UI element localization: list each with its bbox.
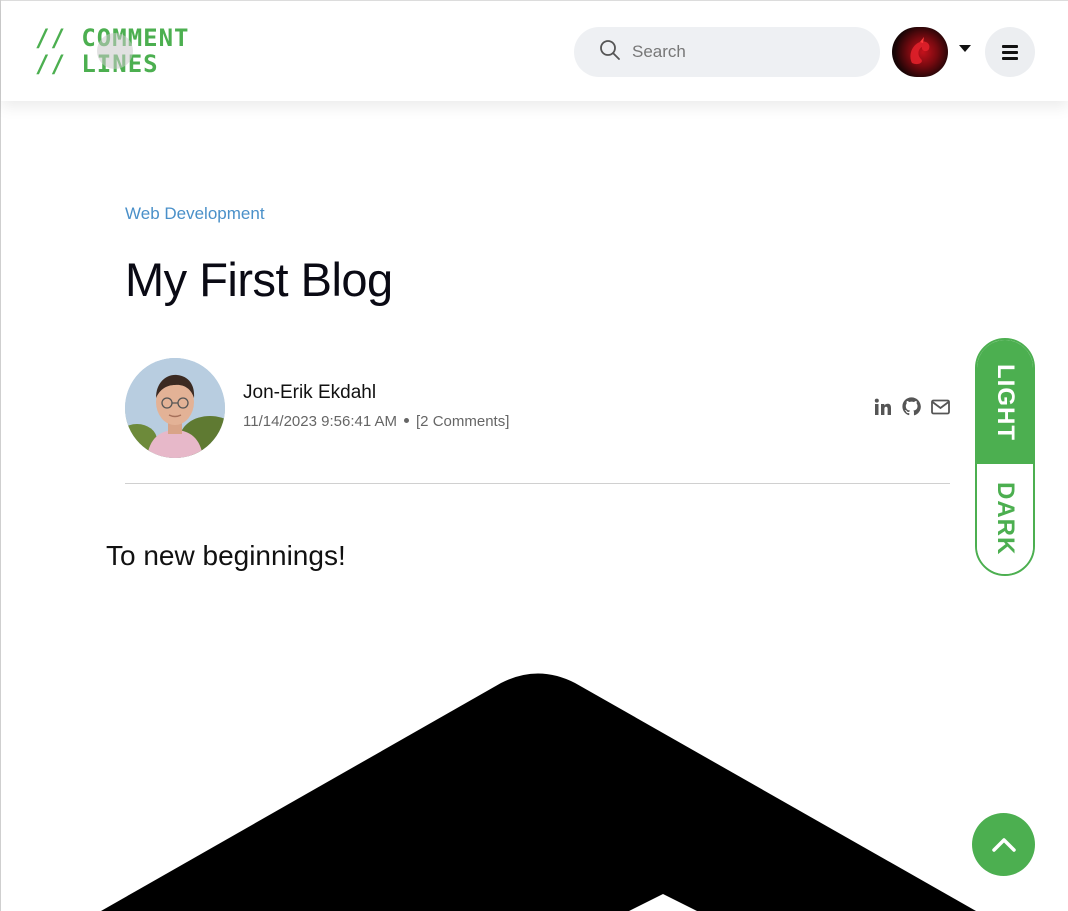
light-theme-label: LIGHT — [992, 363, 1019, 441]
author-social-links — [873, 397, 950, 416]
chevron-up-icon — [991, 837, 1016, 852]
post-date: 11/14/2023 9:56:41 AM — [243, 413, 398, 430]
light-theme-button[interactable]: LIGHT — [977, 340, 1033, 464]
article-hero-graphic — [101, 673, 976, 911]
user-avatar-button[interactable] — [892, 27, 948, 77]
page-title: My First Blog — [125, 253, 393, 306]
category-link[interactable]: Web Development — [125, 204, 265, 224]
separator-dot — [404, 418, 410, 424]
dragon-avatar-icon — [910, 37, 930, 65]
post-meta: 11/14/2023 9:56:41 AM [2 Comments] — [243, 413, 509, 430]
author-name[interactable]: Jon-Erik Ekdahl — [243, 382, 376, 404]
menu-bar — [1002, 50, 1018, 54]
search-icon — [598, 38, 622, 67]
menu-bar — [1002, 44, 1018, 48]
chevron-down-icon[interactable] — [959, 45, 971, 52]
hamburger-menu-button[interactable] — [985, 27, 1035, 77]
scroll-to-top-button[interactable] — [972, 813, 1035, 876]
author-divider — [125, 483, 950, 484]
linkedin-icon[interactable] — [873, 397, 892, 416]
envelope-icon[interactable] — [931, 397, 950, 416]
search-bar[interactable] — [574, 27, 880, 77]
dark-theme-button[interactable]: DARK — [977, 464, 1033, 574]
logo-cursor-overlay — [97, 33, 133, 69]
menu-bar — [1002, 56, 1018, 60]
dark-theme-label: DARK — [992, 482, 1019, 556]
article-body: To new beginnings! — [106, 540, 346, 571]
site-logo[interactable]: // COMMENT // LINES — [35, 25, 210, 79]
theme-toggle: LIGHT DARK — [975, 338, 1035, 576]
site-header: // COMMENT // LINES — [1, 0, 1068, 101]
author-avatar — [125, 358, 225, 458]
search-input[interactable] — [632, 42, 862, 62]
comments-link[interactable]: [2 Comments] — [416, 413, 509, 430]
github-icon[interactable] — [902, 397, 921, 416]
